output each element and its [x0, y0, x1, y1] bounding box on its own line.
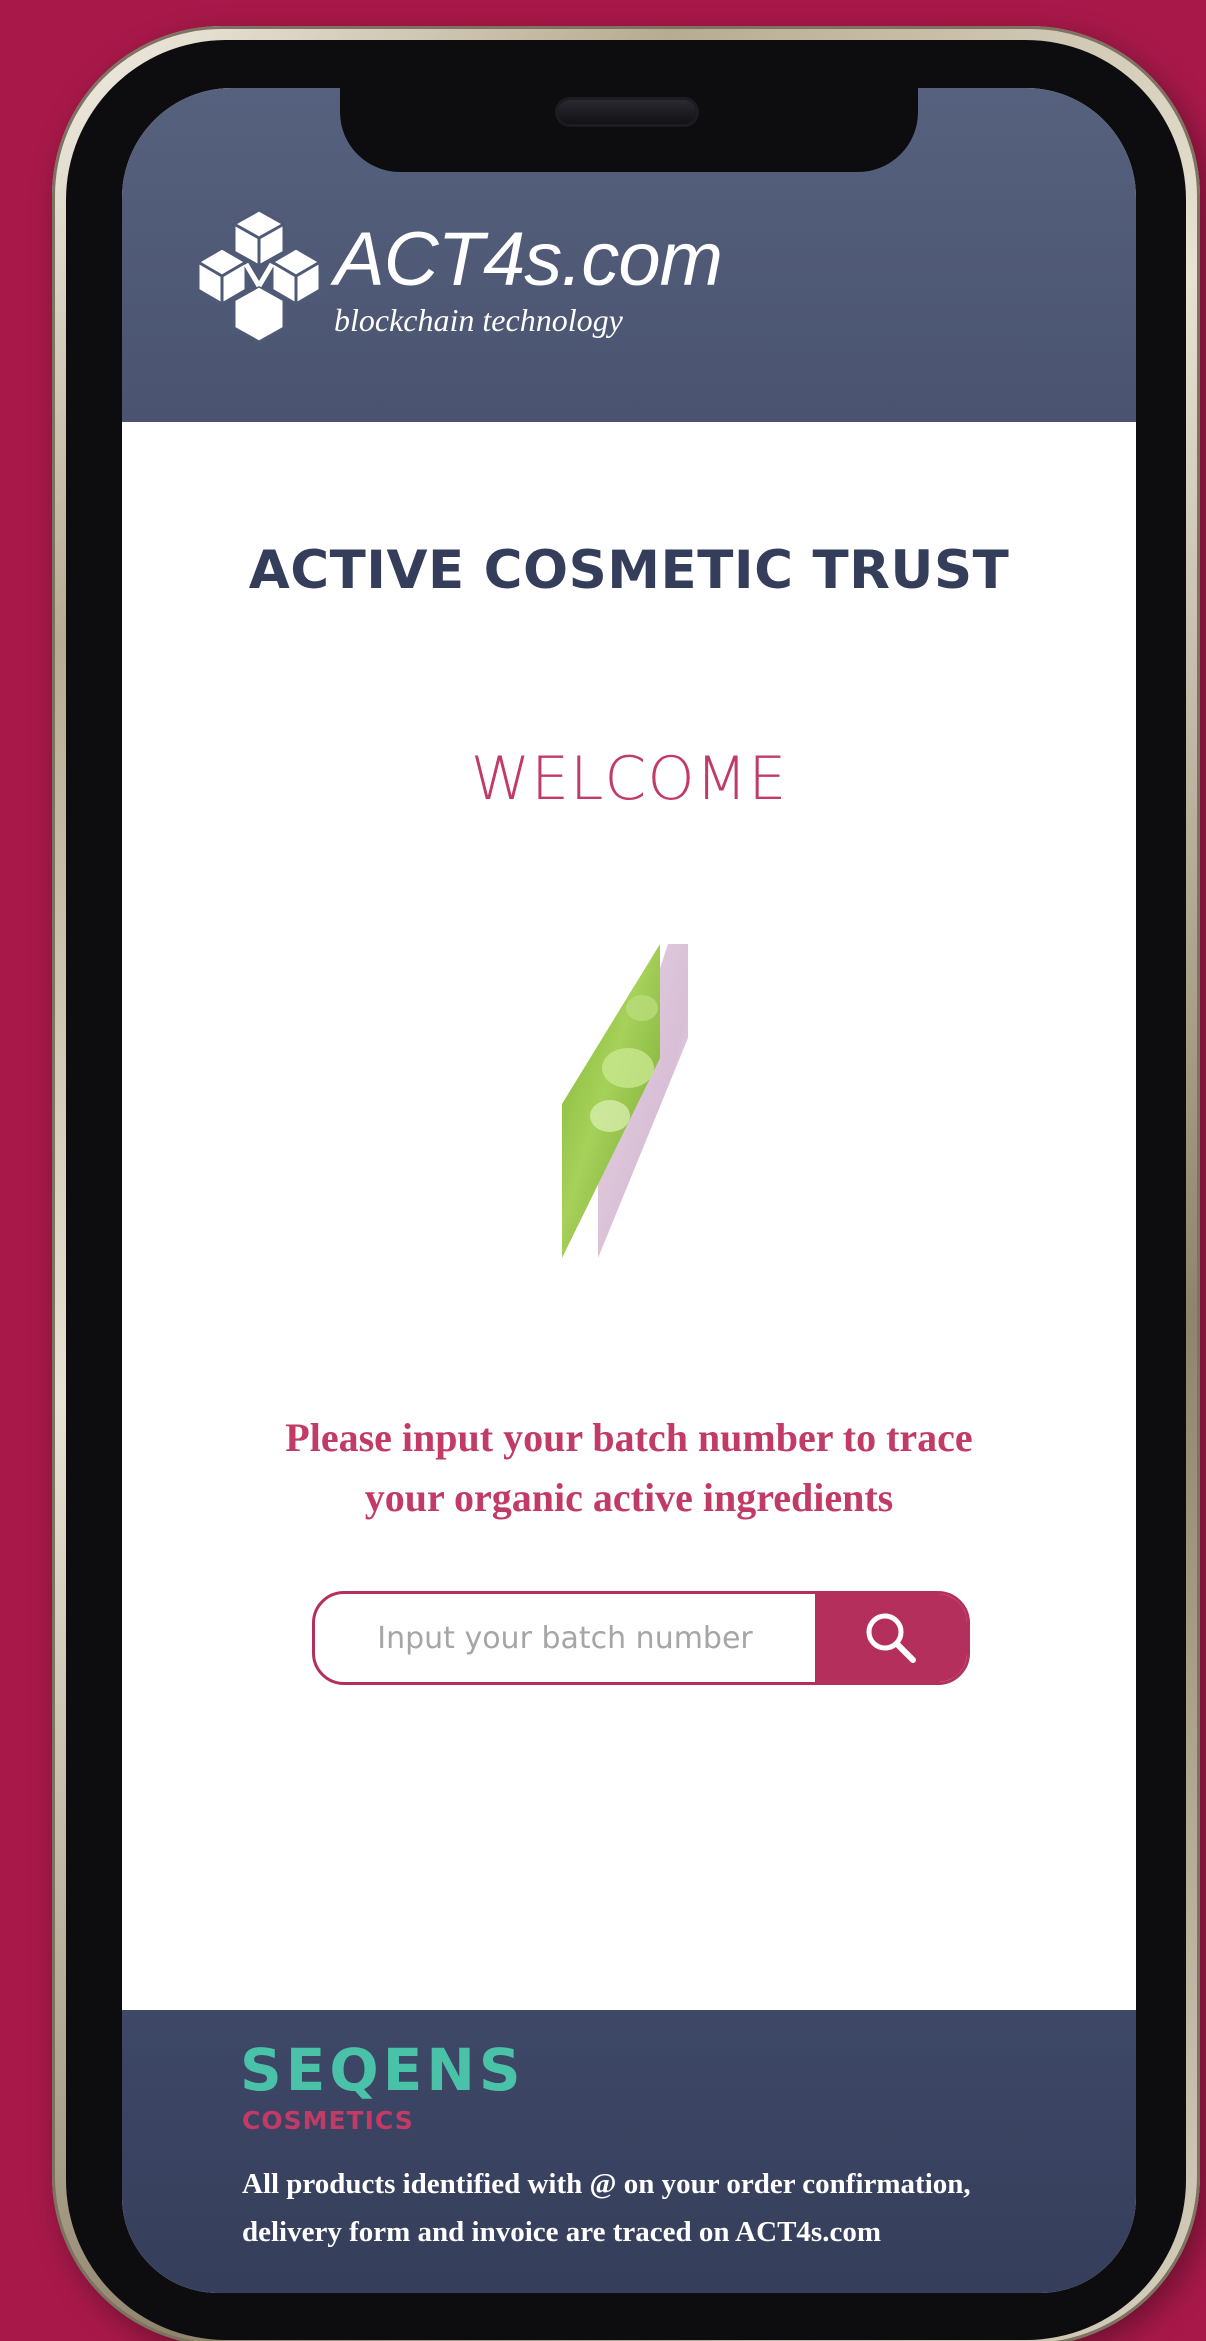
batch-number-input[interactable]	[315, 1594, 815, 1682]
batch-prompt: Please input your batch number to trace …	[182, 1408, 1076, 1528]
traceability-note-line-2: delivery form and invoice are traced on …	[242, 2216, 881, 2248]
batch-prompt-line-1: Please input your batch number to trace	[285, 1415, 973, 1460]
batch-prompt-line-2: your organic active ingredients	[364, 1475, 894, 1520]
traceability-note: All products identified with @ on your o…	[242, 2160, 1002, 2256]
search-icon	[866, 1613, 916, 1663]
app-footer: SEQENS COSMETICS All products identified…	[122, 2010, 1136, 2293]
logo-tagline: blockchain technology	[334, 302, 623, 338]
seqens-logo: SEQENS	[240, 2036, 525, 2104]
phone-speaker	[558, 100, 696, 124]
seqens-logo-subtitle: COSMETICS	[242, 2106, 414, 2135]
traceability-note-line-1: All products identified with @ on your o…	[242, 2168, 971, 2200]
hero-leaf-image	[562, 944, 688, 1258]
batch-search-form	[312, 1591, 970, 1685]
page-title: ACTIVE COSMETIC TRUST	[248, 540, 1010, 601]
cube-cluster-icon	[196, 208, 322, 344]
search-button[interactable]	[815, 1594, 967, 1682]
logo-name: ACT4s.com	[334, 217, 723, 302]
welcome-heading: WELCOME	[470, 744, 788, 814]
phone-screen: ACT4s.com blockchain technology ACTIVE C…	[122, 88, 1136, 2293]
